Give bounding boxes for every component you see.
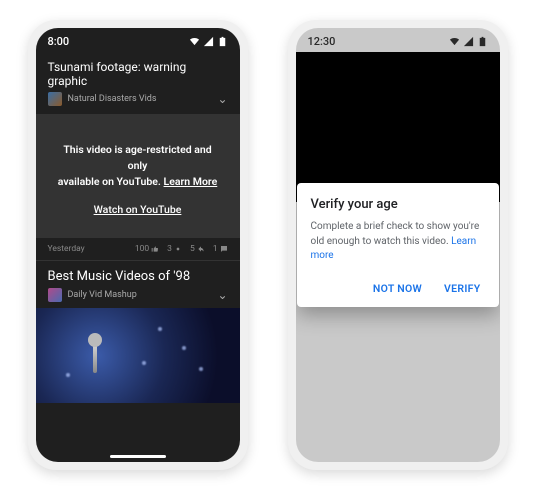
phone-right: 12:30 Tsunami footage: warning graphic ⌄…	[288, 20, 508, 470]
verify-button[interactable]: VERIFY	[440, 276, 484, 301]
channel-name-2: Daily Vid Mashup	[68, 290, 212, 300]
dialog-actions: NOT NOW VERIFY	[311, 276, 485, 301]
home-indicator[interactable]	[110, 455, 166, 458]
channel-row-2: Daily Vid Mashup ⌄	[48, 288, 228, 302]
statusbar-left: 8:00	[36, 28, 240, 52]
eye-icon	[174, 245, 182, 253]
chevron-down-icon-2[interactable]: ⌄	[217, 288, 227, 302]
other-stat[interactable]: 1	[213, 244, 228, 254]
restricted-line2: available on YouTube.	[58, 175, 161, 188]
shares-stat[interactable]: 5	[190, 244, 205, 254]
dialog-title: Verify your age	[311, 197, 485, 212]
verify-age-dialog: Verify your age Complete a brief check t…	[297, 183, 499, 307]
video-card-restricted: Tsunami footage: warning graphic Natural…	[36, 52, 240, 106]
battery-icon	[217, 36, 228, 47]
screen-right: 12:30 Tsunami footage: warning graphic ⌄…	[296, 28, 500, 462]
chevron-down-icon[interactable]: ⌄	[217, 92, 227, 106]
channel-row[interactable]: Natural Disasters Vids ⌄	[48, 92, 228, 106]
screen-left: 8:00 Tsunami footage: warning graphic Na…	[36, 28, 240, 462]
video-card-next[interactable]: Best Music Videos of '98 Daily Vid Mashu…	[36, 261, 240, 308]
stats-row: Yesterday 100 3 5 1	[36, 238, 240, 261]
thumbs-up-icon	[151, 245, 159, 253]
comments-stat[interactable]: 3	[167, 244, 182, 254]
restricted-message: This video is age-restricted and only av…	[54, 142, 222, 189]
chat-icon	[220, 245, 228, 253]
learn-more-link[interactable]: Learn More	[164, 175, 218, 188]
watch-on-youtube-link[interactable]: Watch on YouTube	[54, 203, 222, 216]
wifi-icon	[189, 36, 200, 47]
share-icon	[197, 245, 205, 253]
phone-left: 8:00 Tsunami footage: warning graphic Na…	[28, 20, 248, 470]
not-now-button[interactable]: NOT NOW	[369, 276, 426, 301]
video-title-2: Best Music Videos of '98	[48, 269, 228, 284]
stats-group: 100 3 5 1	[135, 244, 228, 254]
channel-avatar-icon	[48, 92, 62, 106]
likes-stat[interactable]: 100	[135, 244, 159, 254]
status-icons	[189, 36, 228, 47]
channel-name: Natural Disasters Vids	[68, 94, 212, 104]
restricted-line1: This video is age-restricted and only	[63, 143, 211, 172]
channel-avatar-icon-2	[48, 288, 62, 302]
age-restricted-panel: This video is age-restricted and only av…	[36, 114, 240, 238]
modal-overlay: Verify your age Complete a brief check t…	[296, 28, 500, 462]
stats-label: Yesterday	[48, 244, 85, 254]
cell-icon	[203, 36, 214, 47]
clock: 8:00	[48, 35, 70, 48]
video-title: Tsunami footage: warning graphic	[48, 60, 228, 88]
dialog-body: Complete a brief check to show you're ol…	[311, 220, 485, 264]
video-thumbnail[interactable]	[36, 308, 240, 403]
